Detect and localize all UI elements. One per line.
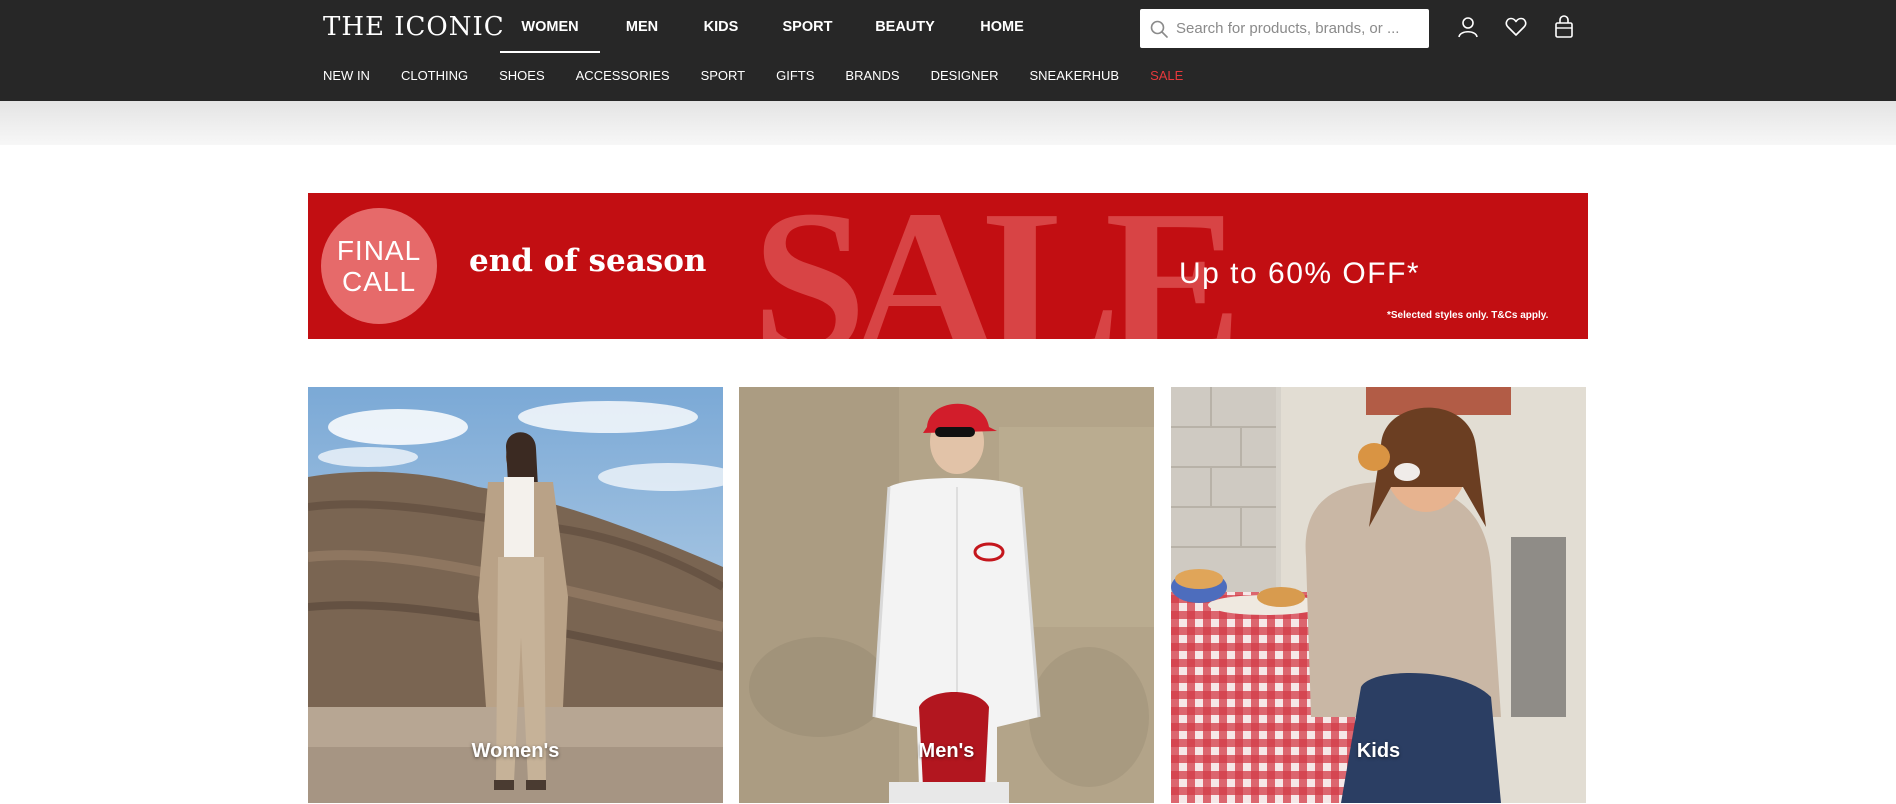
subnav-new-in[interactable]: NEW IN	[323, 68, 370, 83]
wishlist-heart-icon[interactable]	[1503, 14, 1529, 40]
banner-terms: *Selected styles only. T&Cs apply.	[1387, 310, 1549, 321]
tab-women[interactable]: WOMEN	[500, 0, 600, 54]
tab-sport[interactable]: SPORT	[758, 0, 857, 54]
subnav-shoes[interactable]: SHOES	[499, 68, 545, 83]
final-call-badge: FINAL CALL	[321, 208, 437, 324]
account-icon[interactable]	[1455, 14, 1481, 40]
badge-line-2: CALL	[341, 266, 417, 297]
header-shadow-strip	[0, 101, 1896, 145]
top-header: THE ICONIC WOMEN MEN KIDS SPORT BEAUTY H…	[0, 0, 1896, 101]
subnav-designer[interactable]: DESIGNER	[931, 68, 999, 83]
search-box	[1140, 9, 1429, 48]
subnav-sale[interactable]: SALE	[1150, 68, 1183, 83]
subnav-gifts[interactable]: GIFTS	[776, 68, 814, 83]
banner-sale-headline: SALE	[752, 193, 1242, 339]
tab-men[interactable]: MEN	[600, 0, 684, 54]
tile-label-kids: Kids	[1356, 740, 1401, 762]
tile-label-womens: Women's	[471, 740, 560, 762]
subnav-clothing[interactable]: CLOTHING	[401, 68, 468, 83]
badge-line-1: FINAL	[336, 235, 422, 266]
tile-label-mens: Men's	[918, 740, 975, 762]
site-logo[interactable]: THE ICONIC	[323, 12, 505, 42]
banner-offer: Up to 60% OFF*	[1179, 257, 1421, 290]
sale-banner[interactable]: SALE FINAL CALL end of season Up to 60% …	[308, 193, 1588, 339]
department-tabs: WOMEN MEN KIDS SPORT BEAUTY HOME	[500, 0, 1051, 54]
category-tile-womens[interactable]: Women's	[308, 387, 723, 803]
search-icon	[1150, 20, 1168, 38]
subnav-sport[interactable]: SPORT	[701, 68, 746, 83]
tab-kids[interactable]: KIDS	[684, 0, 758, 54]
subnav-sneakerhub[interactable]: SNEAKERHUB	[1030, 68, 1120, 83]
banner-subtitle: end of season	[469, 243, 707, 279]
category-subnav: NEW IN CLOTHING SHOES ACCESSORIES SPORT …	[323, 68, 1214, 83]
search-input[interactable]	[1176, 20, 1416, 37]
category-tile-kids[interactable]: Kids	[1171, 387, 1586, 803]
shopping-bag-icon[interactable]	[1551, 14, 1577, 40]
category-tile-mens[interactable]: Men's	[739, 387, 1154, 803]
tab-home[interactable]: HOME	[953, 0, 1051, 54]
subnav-accessories[interactable]: ACCESSORIES	[576, 68, 670, 83]
tab-beauty[interactable]: BEAUTY	[857, 0, 953, 54]
subnav-brands[interactable]: BRANDS	[845, 68, 899, 83]
